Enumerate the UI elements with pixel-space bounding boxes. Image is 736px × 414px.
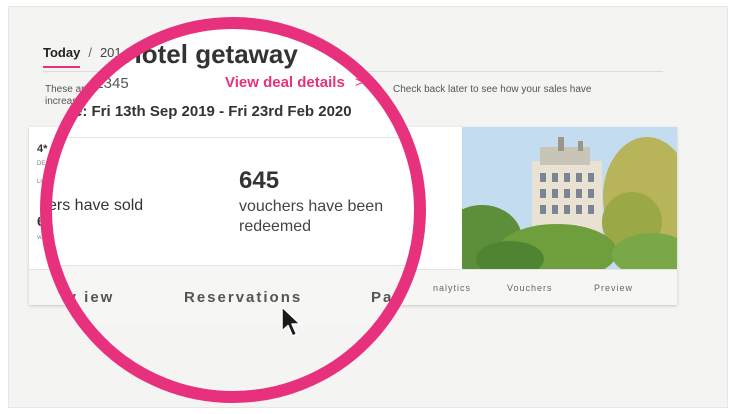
lens-lower-area [40,325,426,403]
deal-id: TH-12345 [62,75,129,92]
deal-title: nd Hotel getaway [84,39,298,69]
tab-payments[interactable]: Pay [371,289,404,306]
chevron-right-icon: > [354,74,364,91]
vouchers-redeemed-label: vouchers have been redeemed [239,198,384,235]
sales-note-end: Check back later to see how your sales h… [393,84,592,95]
view-deal-details-link[interactable]: View deal details > [225,74,364,91]
tab-reservations[interactable]: Reservations [184,289,302,306]
magnifier-lens: nd Hotel getaway TH-12345 View deal deta… [40,17,426,403]
mouse-pointer-icon [281,306,301,337]
tab-vouchers[interactable]: Vouchers [507,283,553,293]
hotel-photo [462,127,677,269]
vouchers-sold-label: ers have sold [48,197,144,214]
view-deal-details-label: View deal details [225,74,345,91]
tab-analytics[interactable]: nalytics [433,283,471,293]
magnified-region: nd Hotel getaway TH-12345 View deal deta… [40,17,426,403]
tab-overview[interactable]: Ov iew [54,289,114,306]
deal-date-range: e: Fri 13th Sep 2019 - Fri 23rd Feb 2020 [74,103,352,120]
hotel-photo-illustration [462,127,677,269]
tab-preview[interactable]: Preview [594,283,633,293]
vouchers-redeemed-count: 645 [239,167,280,194]
